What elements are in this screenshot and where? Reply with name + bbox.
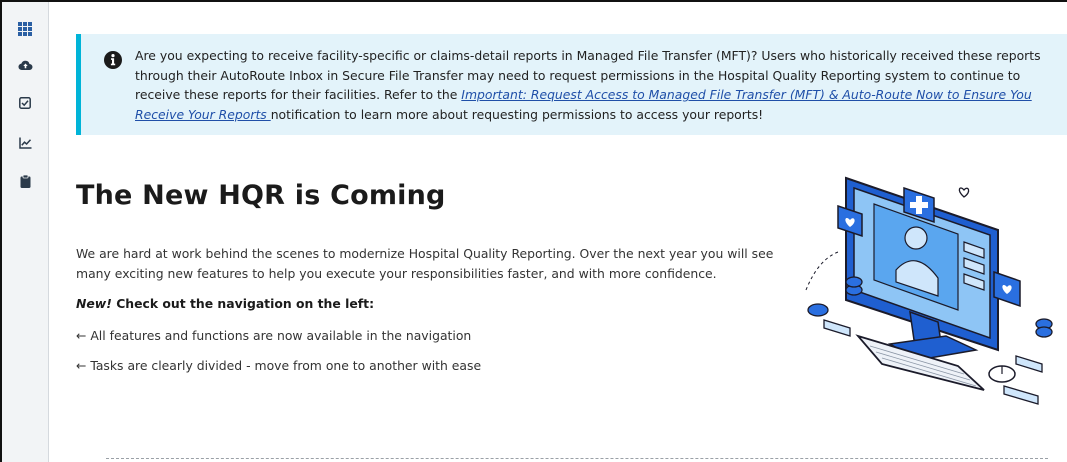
mft-notification-banner: Are you expecting to receive facility-sp… — [76, 34, 1067, 135]
nav-administration-button[interactable] — [14, 170, 36, 192]
banner-text-after: notification to learn more about request… — [270, 106, 764, 122]
grid-icon — [18, 22, 32, 36]
checkbox-icon — [19, 97, 31, 109]
clipboard-icon — [20, 174, 30, 188]
chart-line-icon — [18, 137, 31, 149]
nav-data-submissions-button[interactable] — [14, 54, 36, 76]
feature-bullet-navigation: ← All features and functions are now ava… — [76, 328, 472, 343]
page-title: The New HQR is Coming — [76, 180, 446, 211]
nav-tasks-button[interactable] — [14, 92, 36, 114]
intro-paragraph: We are hard at work behind the scenes to… — [76, 246, 774, 281]
banner-message: Are you expecting to receive facility-sp… — [135, 46, 1067, 124]
callout-text: Check out the navigation on the left: — [111, 296, 375, 311]
computer-illustration — [805, 176, 1053, 405]
nav-dashboard-button[interactable] — [14, 18, 36, 40]
section-divider — [106, 458, 1048, 459]
info-circle-icon — [104, 51, 122, 69]
cloud-upload-icon — [17, 60, 32, 71]
new-label: New! — [76, 296, 112, 311]
nav-reports-button[interactable] — [14, 132, 36, 154]
navigation-callout: New! Check out the navigation on the lef… — [76, 296, 374, 311]
feature-bullet-tasks: ← Tasks are clearly divided - move from … — [76, 358, 482, 373]
side-navigation — [2, 2, 49, 462]
